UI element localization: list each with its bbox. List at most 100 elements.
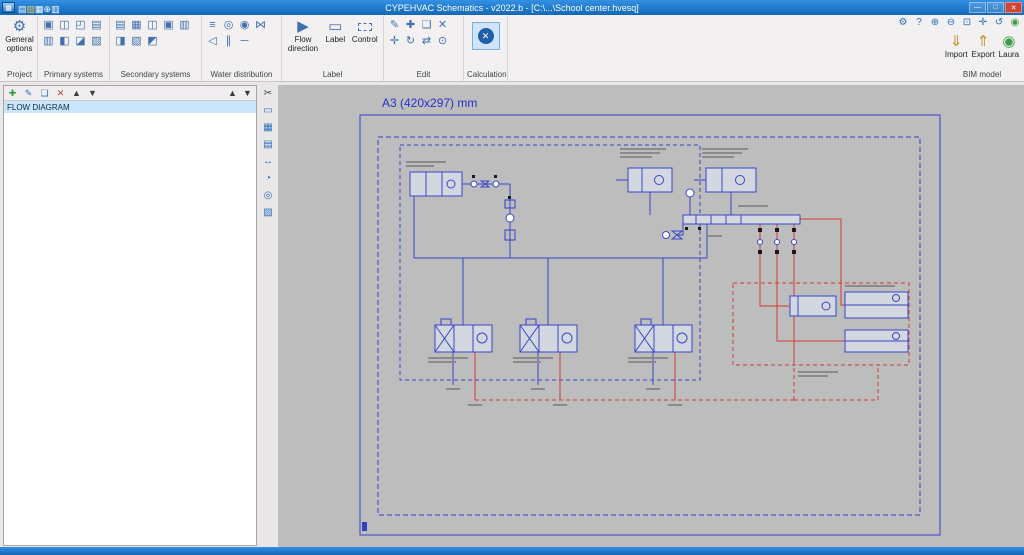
- diffuser-icon[interactable]: ▧: [129, 34, 144, 49]
- diagram-list: FLOW DIAGRAM: [4, 101, 256, 545]
- zoom-icon[interactable]: ⊕: [44, 4, 52, 14]
- pipe-vertical-icon[interactable]: ∥: [221, 34, 236, 49]
- terminal-unit-2[interactable]: [845, 292, 908, 318]
- panel-toolbar-icons: ✚ ✎ ❏ ✕ ▲ ▼: [7, 88, 98, 99]
- group-label-edit: Edit: [387, 69, 460, 81]
- zoom-out-icon[interactable]: ⊖: [945, 17, 957, 29]
- duct-network-icon[interactable]: ▥: [177, 18, 192, 33]
- shutoff-valve-icon[interactable]: ⋈: [253, 18, 268, 33]
- drawing-canvas[interactable]: A3 (420x297) mm: [278, 85, 1024, 547]
- save-icon[interactable]: ▦: [35, 4, 44, 14]
- window-controls: — □ ✕: [969, 2, 1022, 13]
- zoom-extents-icon[interactable]: ⊡: [961, 17, 973, 29]
- heat-exchanger-icon[interactable]: ◧: [57, 34, 72, 49]
- hot-water-boiler-icon[interactable]: ▣: [41, 18, 56, 33]
- check-valve-icon[interactable]: ◁: [205, 34, 220, 49]
- circulation-pump[interactable]: [686, 189, 694, 197]
- fan-coil-icon[interactable]: ◫: [145, 18, 160, 33]
- add-element-icon[interactable]: ✚: [403, 18, 418, 33]
- delete-button[interactable]: ✕: [55, 88, 66, 99]
- manifold[interactable]: [683, 215, 800, 224]
- app-icon[interactable]: ▦: [2, 2, 15, 13]
- control-icon: [358, 18, 372, 35]
- search-zoom-icon[interactable]: ⊙: [435, 34, 450, 49]
- edit-icons: ✎✚❏✕ ✛↻⇄⊙: [387, 18, 460, 49]
- calculation-button[interactable]: ✕: [472, 22, 500, 50]
- radiator-icon[interactable]: ▤: [113, 18, 128, 33]
- flow-direction-button[interactable]: ▶ Flow direction: [285, 18, 321, 53]
- ribbon-group-calculation: ✕ Calculation: [464, 16, 508, 81]
- maximize-button[interactable]: □: [987, 2, 1004, 13]
- scroll-up-button[interactable]: ▲: [227, 88, 238, 99]
- minimize-button[interactable]: —: [969, 2, 986, 13]
- control-button[interactable]: Control: [350, 18, 380, 44]
- air-handling-unit-icon[interactable]: ▣: [161, 18, 176, 33]
- edit-button[interactable]: ✎: [23, 88, 34, 99]
- selection-tool-icon[interactable]: ▭: [262, 104, 275, 117]
- collector-icon[interactable]: ≡: [205, 18, 220, 33]
- measure-tool-icon[interactable]: ↔: [262, 155, 275, 168]
- close-button[interactable]: ✕: [1005, 2, 1022, 13]
- supply-piping[interactable]: [414, 180, 731, 385]
- storage-tank-icon[interactable]: ▥: [41, 34, 56, 49]
- move-down-button[interactable]: ▼: [87, 88, 98, 99]
- pipe-horizontal-icon[interactable]: ─: [237, 34, 252, 49]
- mirror-element-icon[interactable]: ⇄: [419, 34, 434, 49]
- cype-info-icon[interactable]: ◉: [1009, 17, 1021, 29]
- grid-tool-icon[interactable]: ▦: [262, 121, 275, 134]
- export-icon: ⇑: [977, 33, 990, 50]
- import-button[interactable]: ⇓ Import: [945, 33, 968, 59]
- edit-element-icon[interactable]: ✎: [387, 18, 402, 33]
- label-icon: ▭: [328, 18, 342, 35]
- settings-icon[interactable]: ⚙: [897, 17, 909, 29]
- delete-element-icon[interactable]: ✕: [435, 18, 450, 33]
- flow-direction-icon: ▶: [297, 18, 309, 35]
- notes-tool-icon[interactable]: ▧: [262, 206, 275, 219]
- title-bar: ▦ ▤▨▦⊕▥ CYPEHVAC Schematics - v2022.b - …: [0, 0, 1024, 15]
- move-up-button[interactable]: ▲: [71, 88, 82, 99]
- general-options-button[interactable]: ⚙ General options: [5, 18, 34, 53]
- guides-tool-icon[interactable]: ▤: [262, 138, 275, 151]
- compass-tool-icon[interactable]: ◎: [262, 189, 275, 202]
- underfloor-heating-icon[interactable]: ▦: [129, 18, 144, 33]
- move-element-icon[interactable]: ✛: [387, 34, 402, 49]
- print-icon[interactable]: ▥: [51, 4, 60, 14]
- copy-button[interactable]: ❏: [39, 88, 50, 99]
- export-button[interactable]: ⇑ Export: [972, 33, 995, 59]
- help-icon[interactable]: ?: [913, 17, 925, 29]
- chiller-icon[interactable]: ◫: [57, 18, 72, 33]
- heat-pump-unit-1[interactable]: [628, 168, 672, 192]
- condensation-boiler-icon[interactable]: ▤: [89, 18, 104, 33]
- heat-pump-unit-2[interactable]: [706, 168, 756, 192]
- ribbon-group-project: ⚙ General options Project: [2, 16, 38, 81]
- pan-icon[interactable]: ✛: [977, 17, 989, 29]
- split-unit-icon[interactable]: ◩: [145, 34, 160, 49]
- status-bar: [0, 547, 1024, 555]
- vrf-unit-icon[interactable]: ◨: [113, 34, 128, 49]
- laura-button[interactable]: ◉ Laura: [999, 33, 1019, 59]
- heat-pump-icon[interactable]: ◰: [73, 18, 88, 33]
- cut-tool-icon[interactable]: ✂: [262, 87, 275, 100]
- list-item-flow-diagram[interactable]: FLOW DIAGRAM: [4, 101, 256, 113]
- terminal-unit-1[interactable]: [790, 296, 836, 316]
- rotate-element-icon[interactable]: ↻: [403, 34, 418, 49]
- new-file-icon[interactable]: ▤: [18, 4, 27, 14]
- zoom-in-icon[interactable]: ⊕: [929, 17, 941, 29]
- valve-set[interactable]: [758, 240, 797, 245]
- open-file-icon[interactable]: ▨: [27, 4, 36, 14]
- cooling-tower-icon[interactable]: ◪: [73, 34, 88, 49]
- add-button[interactable]: ✚: [7, 88, 18, 99]
- import-icon: ⇓: [950, 33, 963, 50]
- copy-element-icon[interactable]: ❏: [419, 18, 434, 33]
- ribbon-spacer: [508, 16, 942, 81]
- schematic-drawing[interactable]: A3 (420x297) mm: [278, 85, 1024, 547]
- pump-icon[interactable]: ◎: [221, 18, 236, 33]
- boiler-unit[interactable]: [410, 172, 462, 196]
- solar-panel-icon[interactable]: ▨: [89, 34, 104, 49]
- protractor-tool-icon[interactable]: ◔: [262, 172, 275, 185]
- label-button[interactable]: ▭ Label: [323, 18, 348, 44]
- expansion-vessel-icon[interactable]: ◉: [237, 18, 252, 33]
- scroll-down-button[interactable]: ▼: [242, 88, 253, 99]
- previous-zoom-icon[interactable]: ↺: [993, 17, 1005, 29]
- terminal-unit-3[interactable]: [845, 330, 908, 352]
